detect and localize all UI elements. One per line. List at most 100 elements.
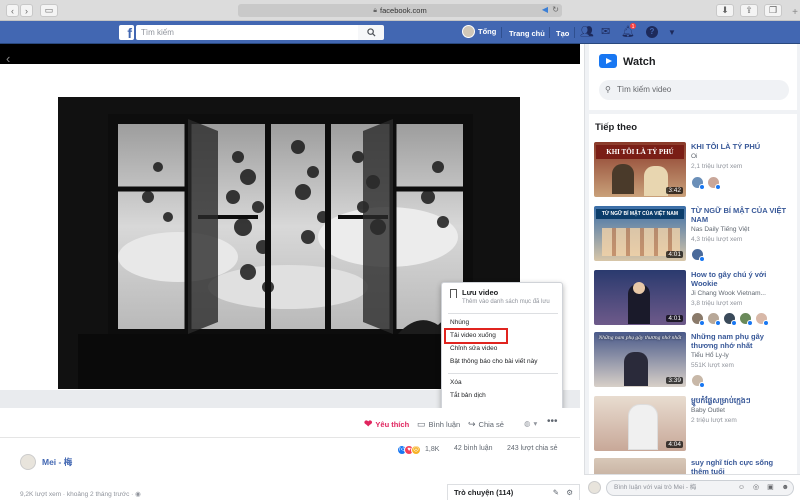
up-next-video[interactable]: 4:01 How to gây chú ý với Wookie Ji Chan… — [594, 270, 794, 332]
thumbnail-caption — [596, 273, 684, 280]
facebook-badge-icon — [699, 382, 705, 388]
video-page-name[interactable]: Oi — [691, 153, 698, 160]
video-page-name[interactable]: Ji Chang Wook Vietnam... — [691, 290, 766, 297]
save-video-option[interactable]: Lưu video Thêm vào danh sách mục đã lưu — [450, 288, 550, 305]
video-title[interactable]: ម្ហូបកំផ្លែសម្រាប់ក្មេងៗ — [691, 396, 789, 405]
forward-button[interactable]: › — [20, 4, 33, 17]
user-name: Tổng — [478, 27, 497, 36]
menu-item-edit-video[interactable]: Chỉnh sửa video — [450, 345, 497, 352]
chat-tab[interactable]: Trò chuyện (114) ✎ ⚙ — [447, 484, 580, 500]
watch-header-card: Watch ⚲ Tìm kiếm video — [589, 44, 797, 110]
video-title[interactable]: KHI TÔI LÀ TỶ PHÚ — [691, 142, 789, 151]
address-bar[interactable]: 🔒︎ facebook.com ◀︎ ↻ — [238, 4, 562, 17]
avatar — [739, 312, 753, 326]
reaction-summary[interactable]: 👍︎ ♥ ☹ 1,8K — [397, 445, 439, 455]
friend-requests-icon[interactable]: 👥︎ — [580, 26, 594, 39]
share-button[interactable]: ↪ Chia sẻ — [468, 419, 504, 430]
download-highlight-box — [444, 328, 508, 344]
messenger-icon[interactable]: ✉︎ — [601, 26, 610, 39]
video-page-name[interactable]: Baby Outlet — [691, 407, 725, 414]
reaction-count: 1,8K — [425, 446, 440, 453]
avatar — [707, 312, 721, 326]
up-next-video[interactable]: Những nam phụ gây thương nhớ nhất 3:39 N… — [594, 332, 794, 394]
facebook-badge-icon — [731, 320, 737, 326]
account-menu-caret-icon[interactable]: ▼ — [668, 28, 676, 37]
new-message-icon[interactable]: ✎ — [553, 485, 559, 500]
page-author[interactable]: Mei - 梅 — [20, 454, 72, 470]
up-next-title: Tiếp theo — [595, 122, 638, 133]
gear-icon[interactable]: ⚙ — [566, 485, 573, 500]
home-link[interactable]: Trang chủ — [509, 29, 545, 38]
facebook-badge-icon — [763, 320, 769, 326]
video-views: 551K lượt xem — [691, 362, 734, 369]
sidebar-toggle-icon[interactable]: ▭ — [40, 4, 58, 17]
page-selector[interactable]: ◍ ▾ — [524, 419, 537, 428]
video-duration: 4:01 — [666, 251, 683, 258]
save-video-label: Lưu video — [462, 288, 499, 297]
search-input[interactable]: Tìm kiếm — [136, 25, 358, 40]
download-icon[interactable]: ⬇ — [716, 4, 734, 17]
comment-composer: Bình luận với vai trò Mei - 梅 ☺ ◎ ▣ ☻ — [584, 474, 800, 500]
create-link[interactable]: Tạo — [556, 29, 569, 38]
video-page-name[interactable]: Tiểu Hổ Ly-ly — [691, 352, 729, 359]
comment-count[interactable]: 42 bình luận — [454, 445, 493, 452]
avatar — [20, 454, 36, 470]
comment-tools[interactable]: ☺ ◎ ▣ ☻ — [738, 483, 792, 491]
chevron-down-icon: ▾ — [533, 419, 538, 428]
menu-item-turn-on-notifications[interactable]: Bật thông báo cho bài viết này — [450, 358, 537, 365]
menu-item-delete[interactable]: Xóa — [450, 379, 462, 386]
up-next-video[interactable]: KHI TÔI LÀ TỶ PHÚ 3:42 KHI TÔI LÀ TỶ PHÚ… — [594, 142, 794, 204]
post-meta-text: 9,2K lượt xem · khoảng 2 tháng trước · — [20, 491, 134, 498]
video-title[interactable]: How to gây chú ý với Wookie — [691, 270, 789, 288]
back-button[interactable]: ‹ — [6, 4, 19, 17]
sad-reaction-icon: ☹ — [411, 445, 421, 455]
thumbnail-caption: Những nam phụ gây thương nhớ nhất — [598, 335, 682, 341]
chevron-left-icon[interactable]: ‹ — [6, 51, 10, 66]
video-page-name[interactable]: Nas Daily Tiếng Việt — [691, 226, 749, 233]
menu-item-embed[interactable]: Nhúng — [450, 319, 469, 326]
watch-logo-icon — [599, 54, 617, 68]
like-button[interactable]: ❤ Yêu thích — [364, 419, 409, 430]
speaker-icon[interactable]: ◀︎ — [542, 5, 548, 14]
video-options-menu: Lưu video Thêm vào danh sách mục đã lưu … — [441, 282, 563, 412]
profile-link[interactable]: Tổng — [462, 25, 496, 38]
divider — [448, 373, 558, 374]
video-thumbnail[interactable]: Những nam phụ gây thương nhớ nhất 3:39 — [594, 332, 686, 387]
video-views: 2,1 triệu lượt xem — [691, 163, 743, 170]
video-thumbnail[interactable]: 4:04 — [594, 396, 686, 451]
video-thumbnail[interactable]: 4:01 — [594, 270, 686, 325]
watch-title[interactable]: Watch — [623, 56, 656, 68]
divider — [448, 313, 558, 314]
search-icon — [366, 28, 376, 37]
share-arrow-icon: ↪ — [468, 419, 476, 429]
more-options-icon[interactable]: ••• — [547, 416, 558, 427]
watch-search-input[interactable]: ⚲ Tìm kiếm video — [599, 80, 789, 100]
comment-button[interactable]: ▭ Bình luận — [417, 419, 460, 430]
video-title[interactable]: Những nam phụ gây thương nhớ nhất — [691, 332, 789, 350]
up-next-video[interactable]: 4:04 ម្ហូបកំផ្លែសម្រាប់ក្មេងៗ Baby Outle… — [594, 396, 794, 458]
facebook-badge-icon — [699, 184, 705, 190]
facebook-logo[interactable]: f — [119, 25, 134, 41]
thumbnail-person — [624, 352, 648, 386]
page-name: Mei - 梅 — [42, 457, 73, 467]
comment-label: Bình luận — [428, 420, 461, 429]
post-stats: 👍︎ ♥ ☹ 1,8K 42 bình luận 243 lượt chia s… — [0, 440, 580, 458]
video-title[interactable]: TỪ NGỮ BÍ MẬT CỦA VIỆT NAM — [691, 206, 789, 224]
avatar — [691, 176, 705, 190]
search-button[interactable] — [358, 25, 384, 40]
avatar — [462, 25, 475, 38]
up-next-video[interactable]: TỪ NGỮ BÍ MẬT CỦA VIỆT NAM 4:01 TỪ NGỮ B… — [594, 206, 794, 268]
video-thumbnail[interactable]: KHI TÔI LÀ TỶ PHÚ 3:42 — [594, 142, 686, 197]
menu-item-turn-off-translation[interactable]: Tắt bản dịch — [450, 392, 486, 399]
avatar — [588, 481, 601, 494]
new-tab-icon[interactable]: + — [792, 7, 798, 18]
help-icon[interactable]: ? — [646, 26, 658, 38]
reload-icon[interactable]: ↻ — [552, 5, 559, 14]
friend-avatars — [691, 312, 771, 326]
tabs-icon[interactable]: ❐ — [764, 4, 782, 17]
video-duration: 4:01 — [666, 315, 683, 322]
share-count[interactable]: 243 lượt chia sẻ — [507, 445, 558, 452]
share-icon[interactable]: ⇪ — [740, 4, 758, 17]
video-thumbnail[interactable]: TỪ NGỮ BÍ MẬT CỦA VIỆT NAM 4:01 — [594, 206, 686, 261]
video-views: 3,8 triệu lượt xem — [691, 300, 743, 307]
